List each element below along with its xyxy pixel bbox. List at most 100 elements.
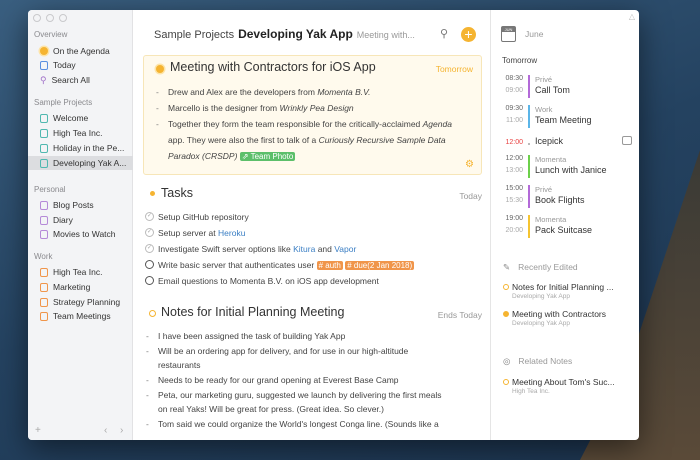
checkbox-checked[interactable]: ✓ <box>145 244 154 253</box>
link-kitura[interactable]: Kitura <box>293 244 315 254</box>
event-start: 08:30 <box>505 75 523 82</box>
project-icon <box>40 311 48 321</box>
event-start: 12:00 <box>505 139 523 146</box>
task-dot-icon <box>150 191 155 196</box>
section-sample-projects: Sample Projects <box>34 98 93 107</box>
project-title: Developing Yak App <box>238 27 353 41</box>
sidebar-item-project[interactable]: Marketing <box>28 280 133 294</box>
link-vapor[interactable]: Vapor <box>334 244 356 254</box>
back-icon[interactable]: ‹ <box>104 425 107 436</box>
tag-due[interactable]: # due(2 Jan 2018) <box>345 261 415 270</box>
event-name: Icepick <box>535 136 564 146</box>
event-calendar: Privé <box>535 185 553 194</box>
add-note-button[interactable]: + <box>461 27 476 42</box>
close-button[interactable] <box>33 14 41 22</box>
note-icon[interactable] <box>622 136 632 145</box>
event-end: 15:30 <box>505 197 523 204</box>
project-icon <box>40 143 48 153</box>
event-name: Book Flights <box>535 195 585 205</box>
sidebar-item-search[interactable]: ⚲ Search All <box>28 73 133 87</box>
bullet: Marcello is the designer from Wrinkly Pe… <box>156 103 354 113</box>
bullet-continued: restaurants <box>158 360 201 370</box>
recent-icon: ✎ <box>503 262 511 272</box>
recent-item[interactable]: Notes for Initial Planning ... Developing… <box>503 282 614 300</box>
project-icon <box>40 297 48 307</box>
sidebar-item-project[interactable]: Team Meetings <box>28 309 133 323</box>
bullet: I have been assigned the task of buildin… <box>146 331 345 341</box>
warning-icon[interactable]: △ <box>629 12 635 21</box>
event-name: Lunch with Janice <box>535 165 607 175</box>
recent-item[interactable]: Meeting with Contractors Developing Yak A… <box>503 309 606 327</box>
project-icon <box>40 229 48 239</box>
section-work: Work <box>34 252 53 261</box>
calendar-day: Tomorrow <box>502 56 538 65</box>
event-start: 09:30 <box>505 105 523 112</box>
checkbox-checked[interactable]: ✓ <box>145 212 154 221</box>
event-name: Team Meeting <box>535 115 592 125</box>
window-controls <box>33 14 67 22</box>
bullet: Will be an ordering app for delivery, an… <box>146 346 408 356</box>
app-window: Overview On the Agenda Today ⚲ Search All… <box>28 10 639 440</box>
search-icon[interactable]: ⚲ <box>440 27 448 40</box>
checkbox[interactable] <box>145 260 154 269</box>
calendar-event[interactable]: 15:00 15:30 Privé Book Flights <box>501 185 636 209</box>
project-icon <box>40 200 48 210</box>
sidebar-item-today[interactable]: Today <box>28 58 133 72</box>
event-end: 09:00 <box>505 87 523 94</box>
sidebar-item-project[interactable]: Strategy Planning <box>28 295 133 309</box>
event-dot <box>528 143 530 145</box>
add-icon[interactable]: + <box>35 425 41 436</box>
minimize-button[interactable] <box>46 14 54 22</box>
event-name: Pack Suitcase <box>535 225 593 235</box>
note-editor: Sample Projects Developing Yak App Meeting… <box>134 10 490 440</box>
checkbox[interactable] <box>145 276 154 285</box>
calendar-event[interactable]: 19:00 20:00 Momenta Pack Suitcase <box>501 215 636 239</box>
task-item: ✓ Investigate Swift server options like K… <box>145 244 357 254</box>
team-photo-attachment[interactable]: ⇗ Team Photo <box>239 152 296 161</box>
tag-auth[interactable]: # auth <box>316 261 343 270</box>
calendar-event[interactable]: 12:00 13:00 Momenta Lunch with Janice <box>501 155 636 179</box>
project-icon <box>40 158 48 168</box>
forward-icon[interactable]: › <box>120 425 123 436</box>
project-icon <box>40 113 48 123</box>
note-title[interactable]: Tasks <box>161 186 193 200</box>
note-date[interactable]: Tomorrow <box>436 64 473 74</box>
checkbox-checked[interactable]: ✓ <box>145 228 154 237</box>
calendar-icon[interactable]: JUN <box>501 26 516 42</box>
note-title: Meeting with Contractors for iOS App <box>170 60 376 74</box>
agenda-dot-icon <box>156 65 164 73</box>
event-color-bar <box>528 155 530 178</box>
calendar-event[interactable]: 08:30 09:00 Privé Call Tom <box>501 75 636 99</box>
note-meeting[interactable]: Meeting with Contractors for iOS App Tom… <box>143 55 482 175</box>
gear-icon[interactable]: ⚙ <box>465 159 474 170</box>
sidebar-item-project-selected[interactable]: Developing Yak A... <box>28 156 133 170</box>
zoom-button[interactable] <box>59 14 67 22</box>
sidebar-item-agenda[interactable]: On the Agenda <box>28 44 133 58</box>
sidebar-item-project[interactable]: Blog Posts <box>28 198 133 212</box>
bullet: Together they form the team responsible … <box>156 119 452 129</box>
sidebar-item-project[interactable]: Movies to Watch <box>28 227 133 241</box>
sidebar-item-project[interactable]: High Tea Inc. <box>28 126 133 140</box>
project-icon <box>40 215 48 225</box>
task-item: Email questions to Momenta B.V. on iOS a… <box>145 276 379 286</box>
bullet-continued: on real Yaks! Will be great for press. (… <box>158 404 384 414</box>
calendar-month: June <box>525 29 544 39</box>
link-heroku[interactable]: Heroku <box>218 228 245 238</box>
related-icon: ◎ <box>503 356 511 366</box>
note-date[interactable]: Ends Today <box>438 310 482 320</box>
note-date[interactable]: Today <box>459 191 482 201</box>
bullet-continued: app. They were also the first to talk of… <box>168 135 446 145</box>
event-start: 12:00 <box>505 155 523 162</box>
calendar-event[interactable]: 09:30 11:00 Work Team Meeting <box>501 105 636 129</box>
sidebar-item-project[interactable]: Welcome <box>28 111 133 125</box>
sidebar-item-project[interactable]: Holiday in the Pe... <box>28 141 133 155</box>
note-title[interactable]: Notes for Initial Planning Meeting <box>161 305 344 319</box>
bullet: Tom said we could organize the World's l… <box>146 419 439 429</box>
sidebar-item-project[interactable]: High Tea Inc. <box>28 265 133 279</box>
sidebar-item-project[interactable]: Diary <box>28 213 133 227</box>
sidebar: Overview On the Agenda Today ⚲ Search All… <box>28 10 133 440</box>
search-icon: ⚲ <box>40 74 47 85</box>
related-item[interactable]: Meeting About Tom's Suc... High Tea Inc. <box>503 377 615 395</box>
event-color-bar <box>528 75 530 98</box>
event-name: Call Tom <box>535 85 570 95</box>
